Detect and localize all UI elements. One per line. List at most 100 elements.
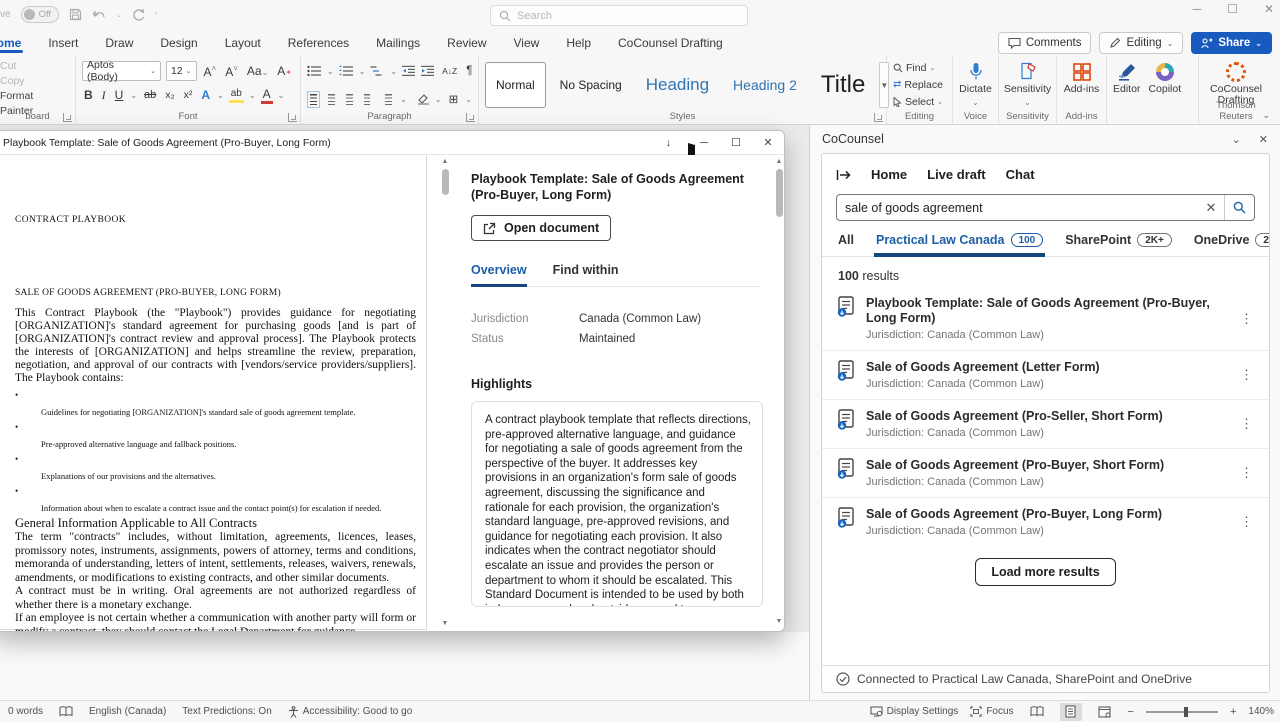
- font-color-button[interactable]: A: [261, 87, 273, 104]
- filter-onedrive[interactable]: OneDrive24: [1194, 233, 1270, 256]
- scroll-up-icon[interactable]: ▲: [442, 157, 449, 167]
- style-heading2[interactable]: Heading 2: [723, 62, 807, 108]
- grow-font-button[interactable]: A˄: [202, 64, 219, 79]
- nav-home[interactable]: Home: [871, 167, 907, 182]
- filter-practical-law-canada[interactable]: Practical Law Canada100: [876, 233, 1043, 256]
- tab-home[interactable]: Home: [0, 36, 23, 50]
- print-layout-button[interactable]: [1060, 703, 1082, 721]
- redo-icon[interactable]: [132, 8, 145, 21]
- superscript-button[interactable]: x²: [182, 89, 195, 102]
- more-options-icon[interactable]: ⋮: [1234, 365, 1259, 385]
- result-row[interactable]: Sale of Goods Agreement (Pro-Buyer, Shor…: [822, 448, 1269, 497]
- filter-all[interactable]: All: [838, 233, 854, 256]
- result-title[interactable]: Sale of Goods Agreement (Pro-Buyer, Long…: [866, 507, 1162, 521]
- justify-button[interactable]: [364, 94, 371, 105]
- scroll-thumb[interactable]: [776, 169, 783, 217]
- result-title[interactable]: Playbook Template: Sale of Goods Agreeme…: [866, 296, 1210, 325]
- dictate-button[interactable]: Dictate⌄: [959, 59, 992, 113]
- zoom-level[interactable]: 140%: [1248, 706, 1274, 717]
- more-options-icon[interactable]: ⋮: [1234, 414, 1259, 434]
- shading-button[interactable]: [417, 93, 430, 105]
- proofing-icon[interactable]: [59, 706, 73, 717]
- copy-button[interactable]: Copy: [0, 74, 69, 89]
- multilevel-chevron-icon[interactable]: ⌄: [390, 67, 397, 76]
- comments-button[interactable]: Comments: [998, 32, 1092, 54]
- load-more-results-button[interactable]: Load more results: [975, 558, 1115, 586]
- align-left-button[interactable]: [310, 94, 317, 105]
- bullet-list-button[interactable]: [307, 65, 322, 77]
- scroll-down-icon[interactable]: ▼: [776, 617, 783, 627]
- zoom-out-button[interactable]: −: [1128, 706, 1134, 718]
- style-heading1[interactable]: Heading: [636, 62, 719, 108]
- shading-chevron-icon[interactable]: ⌄: [435, 95, 442, 104]
- clipboard-dialog-launcher-icon[interactable]: [63, 113, 72, 122]
- borders-button[interactable]: ⊞: [449, 92, 459, 106]
- underline-button[interactable]: U: [113, 88, 126, 102]
- maximize-button[interactable]: ☐: [1227, 2, 1238, 16]
- scroll-down-icon[interactable]: ▼: [442, 619, 449, 629]
- result-title[interactable]: Sale of Goods Agreement (Pro-Buyer, Shor…: [866, 458, 1164, 472]
- sort-button[interactable]: A↓Z: [442, 66, 457, 76]
- save-icon[interactable]: [69, 8, 82, 21]
- more-options-icon[interactable]: ⋮: [1234, 512, 1259, 532]
- result-row[interactable]: Playbook Template: Sale of Goods Agreeme…: [822, 287, 1269, 350]
- highlight-color-button[interactable]: ab: [229, 88, 244, 103]
- style-title[interactable]: Title: [811, 62, 875, 108]
- font-family-combo[interactable]: Aptos (Body)⌄: [82, 61, 161, 81]
- increase-indent-button[interactable]: [421, 65, 435, 77]
- read-mode-button[interactable]: [1026, 703, 1048, 721]
- tab-cocounsel-drafting[interactable]: CoCounsel Drafting: [616, 36, 725, 50]
- font-size-combo[interactable]: 12⌄: [166, 61, 197, 81]
- numbered-list-button[interactable]: [339, 65, 354, 77]
- styles-dialog-launcher-icon[interactable]: [874, 113, 883, 122]
- bold-button[interactable]: B: [82, 88, 95, 102]
- autosave-toggle[interactable]: Off: [21, 6, 60, 23]
- share-button[interactable]: Share⌄: [1191, 32, 1272, 54]
- result-row[interactable]: Sale of Goods Agreement (Letter Form)Jur…: [822, 350, 1269, 399]
- document-scrollbar[interactable]: ▲ ▼: [439, 157, 451, 629]
- more-options-icon[interactable]: ⋮: [1234, 309, 1259, 329]
- addins-button[interactable]: Add-ins: [1063, 59, 1100, 113]
- bullet-list-chevron-icon[interactable]: ⌄: [327, 67, 334, 76]
- tab-overview[interactable]: Overview: [471, 263, 527, 286]
- italic-button[interactable]: I: [100, 88, 108, 102]
- find-button[interactable]: Find⌄: [893, 59, 946, 76]
- clear-formatting-button[interactable]: A✦: [275, 64, 294, 78]
- preview-minimize-button[interactable]: ─: [688, 137, 720, 149]
- more-options-icon[interactable]: ⋮: [1234, 463, 1259, 483]
- text-predictions[interactable]: Text Predictions: On: [182, 706, 271, 717]
- pane-close-icon[interactable]: ✕: [1259, 133, 1268, 146]
- focus-button[interactable]: Focus: [970, 706, 1013, 717]
- accessibility-status[interactable]: Accessibility: Good to go: [288, 706, 413, 718]
- word-count[interactable]: 0 words: [8, 706, 43, 717]
- editor-button[interactable]: Editor: [1113, 59, 1140, 113]
- download-button[interactable]: ↓: [656, 137, 688, 149]
- tab-references[interactable]: References: [286, 36, 351, 50]
- highlight-chevron-icon[interactable]: ⌄: [249, 91, 256, 100]
- tab-design[interactable]: Design: [158, 36, 199, 50]
- shrink-font-button[interactable]: A˅: [223, 64, 240, 79]
- copilot-button[interactable]: Copilot: [1148, 59, 1181, 113]
- multilevel-list-button[interactable]: [370, 65, 385, 77]
- zoom-in-button[interactable]: +: [1230, 706, 1236, 718]
- tab-view[interactable]: View: [512, 36, 542, 50]
- language-indicator[interactable]: English (Canada): [89, 706, 166, 717]
- result-title[interactable]: Sale of Goods Agreement (Pro-Seller, Sho…: [866, 409, 1163, 423]
- cocounsel-search-input[interactable]: [837, 201, 1198, 215]
- align-center-button[interactable]: [328, 94, 335, 105]
- style-no-spacing[interactable]: No Spacing: [550, 62, 632, 108]
- result-title[interactable]: Sale of Goods Agreement (Letter Form): [866, 360, 1100, 374]
- underline-chevron-icon[interactable]: ⌄: [130, 91, 137, 100]
- filter-sharepoint[interactable]: SharePoint2K+: [1065, 233, 1172, 256]
- line-spacing-button[interactable]: [385, 94, 392, 105]
- paragraph-dialog-launcher-icon[interactable]: [466, 113, 475, 122]
- pilcrow-button[interactable]: ¶: [466, 65, 472, 77]
- select-button[interactable]: Select⌄: [893, 93, 946, 110]
- cut-button[interactable]: Cut: [0, 59, 69, 74]
- tab-help[interactable]: Help: [564, 36, 593, 50]
- open-document-button[interactable]: Open document: [471, 215, 611, 241]
- preview-maximize-button[interactable]: ☐: [720, 136, 752, 149]
- tab-layout[interactable]: Layout: [223, 36, 263, 50]
- nav-chat[interactable]: Chat: [1006, 167, 1035, 182]
- result-row[interactable]: Sale of Goods Agreement (Pro-Buyer, Long…: [822, 497, 1269, 546]
